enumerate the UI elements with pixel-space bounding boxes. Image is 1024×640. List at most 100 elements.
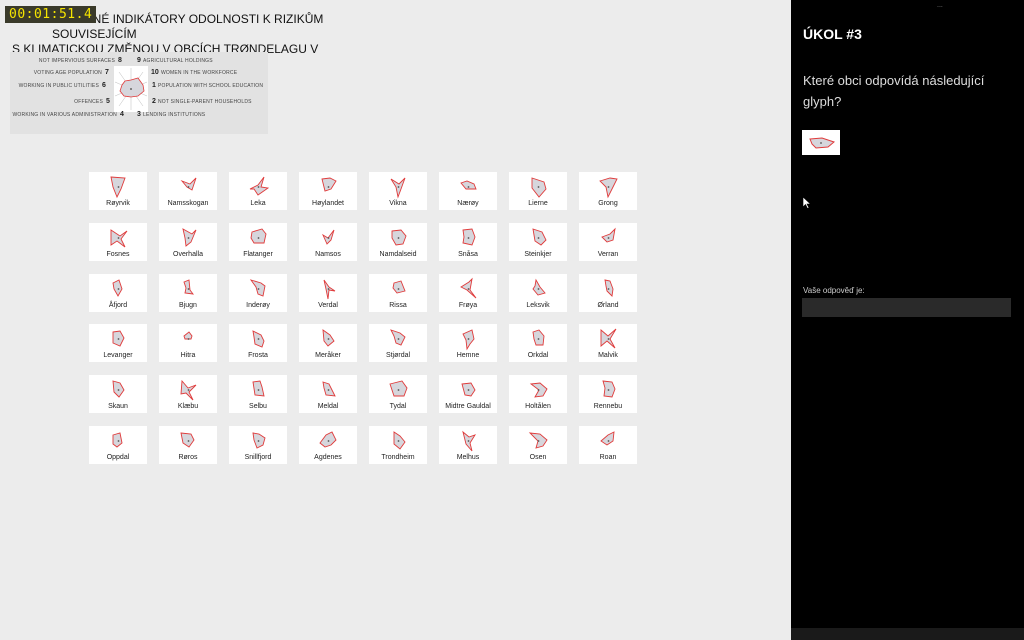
glyph-card[interactable]: Overhalla — [159, 222, 217, 261]
glyph-card-name: Orkdal — [527, 352, 549, 360]
glyph-icon — [183, 278, 194, 295]
glyph-card[interactable]: Snåsa — [439, 222, 497, 261]
glyph-icon — [110, 176, 126, 199]
glyph-card[interactable]: Trondheim — [369, 426, 427, 464]
glyph-card[interactable]: Roan — [579, 426, 637, 464]
glyph-card[interactable]: Meråker — [299, 324, 357, 363]
glyph-icon — [532, 278, 546, 296]
glyph-icon — [322, 229, 335, 245]
glyph-card[interactable]: Flatanger — [229, 222, 287, 261]
glyph-card[interactable]: Selbu — [229, 375, 287, 414]
glyph-icon — [112, 278, 123, 297]
glyph-card[interactable]: Midtre Gauldal — [439, 375, 497, 414]
glyph-card[interactable]: Nærøy — [439, 172, 497, 210]
glyph-card[interactable]: Namsos — [299, 222, 357, 261]
legend-left-number: 5 — [106, 98, 110, 105]
glyph-icon — [600, 431, 615, 446]
glyph-card[interactable]: Fosnes — [89, 222, 147, 261]
glyph-icon — [180, 177, 197, 191]
glyph-card[interactable]: Røyrvik — [89, 172, 147, 210]
glyph-card-name: Skaun — [108, 403, 128, 411]
glyph-card[interactable]: Lierne — [509, 172, 567, 210]
glyph-icon — [322, 329, 335, 348]
glyph-card[interactable]: Agdenes — [299, 426, 357, 464]
glyph-card[interactable]: Leksvik — [509, 273, 567, 312]
glyph-card-name: Trondheim — [381, 454, 415, 461]
glyph-card-name: Leka — [250, 200, 266, 207]
glyph-card[interactable]: Klæbu — [159, 375, 217, 414]
glyph-card[interactable]: Stjørdal — [369, 324, 427, 363]
glyph-card[interactable]: Tydal — [369, 375, 427, 414]
glyph-icon — [252, 330, 265, 348]
legend-left-label: NOT IMPERVIOUS SURFACES — [38, 58, 115, 64]
glyph-card-name: Hemne — [456, 352, 480, 360]
glyph-icon — [391, 229, 407, 246]
glyph-card[interactable]: Ørland — [579, 273, 637, 312]
drag-handle[interactable]: ... — [937, 2, 943, 9]
glyph-card-name: Rennebu — [593, 403, 623, 411]
glyph-card[interactable]: Steinkjer — [509, 222, 567, 261]
glyph-card[interactable]: Malvik — [579, 324, 637, 363]
glyph-card[interactable]: Frosta — [229, 324, 287, 363]
glyph-card[interactable]: Høylandet — [299, 172, 357, 210]
glyph-card[interactable]: Inderøy — [229, 273, 287, 312]
legend-right-number: 10 — [151, 69, 159, 76]
legend-left-label: WORKING IN PUBLIC UTILITIES — [18, 83, 99, 89]
glyph-card[interactable]: Skaun — [89, 375, 147, 414]
glyph-card[interactable]: Verran — [579, 222, 637, 261]
glyph-card[interactable]: Melhus — [439, 426, 497, 464]
glyph-card[interactable]: Hitra — [159, 324, 217, 363]
legend-left-label: OFFENCES — [74, 99, 103, 105]
glyph-card[interactable]: Hemne — [439, 324, 497, 363]
glyph-card-name: Stjørdal — [385, 352, 411, 360]
mouse-cursor-icon — [802, 196, 812, 214]
glyph-card-name: Snåsa — [458, 250, 478, 258]
glyph-card-name: Malvik — [598, 352, 618, 360]
glyph-card[interactable]: Bjugn — [159, 273, 217, 312]
glyph-card-name: Verran — [597, 250, 619, 258]
legend-left-number: 8 — [118, 57, 122, 64]
glyph-icon — [460, 277, 477, 298]
glyph-icon — [182, 227, 197, 247]
glyph-icon — [600, 329, 617, 349]
glyph-card[interactable]: Leka — [229, 172, 287, 210]
glyph-card[interactable]: Oppdal — [89, 426, 147, 464]
glyph-icon — [392, 280, 406, 294]
legend-left-label: VOTING AGE POPULATION — [33, 70, 102, 76]
glyph-card[interactable]: Levanger — [89, 324, 147, 363]
glyph-card[interactable]: Meldal — [299, 375, 357, 414]
glyph-icon — [462, 228, 476, 246]
glyph-card[interactable]: Rennebu — [579, 375, 637, 414]
glyph-icon — [604, 279, 614, 297]
glyph-icon — [252, 432, 266, 449]
glyph-card[interactable]: Åfjord — [89, 273, 147, 312]
task-question: Které obci odpovídá následující glyph? — [803, 73, 985, 109]
glyph-card[interactable]: Namsskogan — [159, 172, 217, 210]
glyph-card-name: Frøya — [458, 301, 478, 309]
main-panel: VYBRANÉ INDIKÁTORY ODOLNOSTI K RIZIKŮM S… — [0, 0, 791, 640]
glyph-card[interactable]: Holtålen — [509, 375, 567, 414]
glyph-card[interactable]: Verdal — [299, 273, 357, 312]
glyph-card-name: Namsos — [315, 250, 341, 258]
glyph-card[interactable]: Snillfjord — [229, 426, 287, 464]
legend-left-number: 4 — [120, 111, 124, 118]
glyph-card[interactable]: Vikna — [369, 172, 427, 210]
glyph-card[interactable]: Rissa — [369, 273, 427, 312]
glyph-icon — [252, 380, 265, 397]
glyph-card[interactable]: Namdalseid — [369, 222, 427, 261]
glyph-card-name: Leksvik — [526, 301, 550, 309]
glyph-card[interactable]: Osen — [509, 426, 567, 464]
glyph-card[interactable]: Orkdal — [509, 324, 567, 363]
glyph-card-name: Osen — [529, 454, 547, 461]
glyph-card-name: Fosnes — [106, 250, 130, 258]
glyph-card[interactable]: Røros — [159, 426, 217, 464]
answer-input[interactable] — [802, 298, 1011, 317]
glyph-card-name: Midtre Gauldal — [445, 403, 491, 411]
glyph-card[interactable]: Grong — [579, 172, 637, 210]
glyph-card-name: Ørland — [597, 301, 619, 309]
legend-right-label: POPULATION WITH SCHOOL EDUCATION — [158, 83, 264, 89]
glyph-card-name: Melhus — [456, 454, 480, 461]
glyph-icon — [322, 381, 336, 397]
glyph-icon — [321, 177, 337, 192]
glyph-card[interactable]: Frøya — [439, 273, 497, 312]
